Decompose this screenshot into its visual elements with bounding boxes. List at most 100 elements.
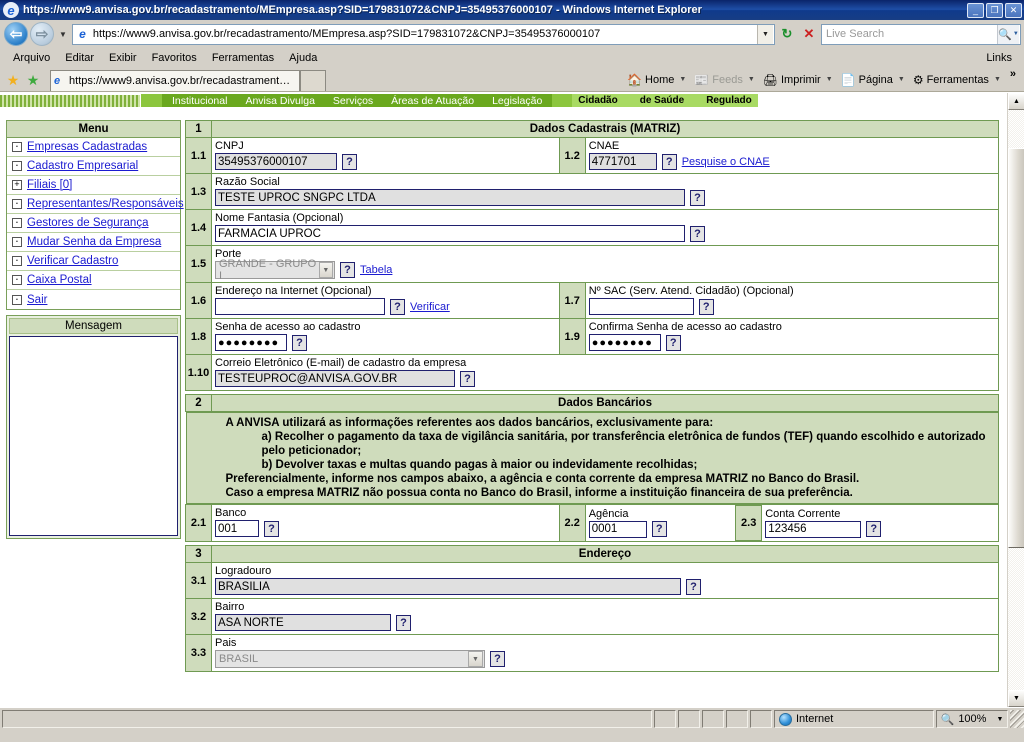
nav-item-cidadao[interactable]: Cidadão	[578, 95, 617, 106]
back-arrow-icon[interactable]: ⇦	[4, 22, 28, 46]
security-zone[interactable]: Internet	[774, 710, 934, 728]
sidebar-item-cadastro-empresarial[interactable]: · Cadastro Empresarial	[7, 157, 180, 176]
sidebar-item-gestores-de-seguranca[interactable]: · Gestores de Segurança	[7, 214, 180, 233]
add-to-favorites-icon[interactable]: ★	[24, 73, 42, 87]
expand-box-icon[interactable]: ·	[12, 294, 22, 305]
nav-item-regulado[interactable]: Regulado	[706, 95, 752, 106]
tools-button[interactable]: ⚙ Ferramentas ▼	[910, 72, 1004, 88]
sidebar-item-caixa-postal[interactable]: · Caixa Postal	[7, 271, 180, 290]
chevron-down-icon[interactable]: ▼	[996, 716, 1003, 723]
help-icon[interactable]: ?	[866, 521, 882, 537]
expand-box-icon[interactable]: ·	[12, 161, 22, 171]
help-icon[interactable]: ?	[490, 651, 505, 667]
nav-item-de-saude[interactable]: de Saúde	[640, 95, 684, 106]
cnae-input[interactable]	[588, 153, 657, 170]
menu-item-favoritos[interactable]: Favoritos	[145, 50, 205, 66]
sidebar-item-label[interactable]: Cadastro Empresarial	[27, 160, 138, 172]
sac-input[interactable]	[588, 298, 694, 315]
banco-input[interactable]	[215, 520, 259, 537]
endereco-internet-input[interactable]	[215, 298, 385, 315]
help-icon[interactable]: ?	[292, 334, 307, 351]
verificar-link[interactable]: Verificar	[410, 301, 450, 313]
chevron-down-icon[interactable]: ▼	[898, 76, 905, 83]
sidebar-item-label[interactable]: Filiais [0]	[27, 179, 72, 191]
minimize-button[interactable]: _	[967, 2, 984, 18]
help-icon[interactable]: ?	[340, 262, 355, 278]
chevron-down-icon[interactable]: ▼	[679, 76, 686, 83]
pais-select[interactable]: BRASIL ▼	[215, 650, 485, 668]
menu-item-ferramentas[interactable]: Ferramentas	[205, 50, 282, 66]
sidebar-item-mudar-senha-da-empresa[interactable]: · Mudar Senha da Empresa	[7, 233, 180, 252]
cnpj-input[interactable]	[215, 153, 337, 170]
pesquise-cnae-link[interactable]: Pesquise o CNAE	[682, 156, 770, 168]
bairro-input[interactable]	[215, 614, 391, 631]
restore-button[interactable]: ❐	[986, 2, 1003, 18]
sidebar-item-label[interactable]: Verificar Cadastro	[27, 255, 118, 267]
close-button[interactable]: ✕	[1005, 2, 1022, 18]
confirma-senha-input[interactable]	[588, 334, 661, 351]
help-icon[interactable]: ?	[460, 370, 475, 387]
nome-fantasia-input[interactable]	[215, 225, 685, 242]
chevron-down-icon[interactable]: ▼	[994, 76, 1001, 83]
help-icon[interactable]: ?	[342, 153, 357, 170]
new-tab-button[interactable]	[300, 69, 326, 91]
sidebar-item-empresas-cadastradas[interactable]: · Empresas Cadastradas	[7, 138, 180, 157]
nav-item-institucional[interactable]: Institucional	[172, 95, 227, 107]
sidebar-item-label[interactable]: Representantes/Responsáveis	[27, 198, 184, 210]
sidebar-item-representantes-responsaveis[interactable]: · Representantes/Responsáveis	[7, 195, 184, 214]
tabela-link[interactable]: Tabela	[360, 264, 392, 276]
help-icon[interactable]: ?	[390, 298, 405, 315]
expand-box-icon[interactable]: ·	[12, 275, 22, 285]
menu-item-arquivo[interactable]: Arquivo	[6, 50, 58, 66]
stop-icon[interactable]: ✕	[799, 24, 819, 44]
page-button[interactable]: 📄 Página ▼	[838, 72, 908, 88]
help-icon[interactable]: ?	[396, 614, 411, 631]
agencia-input[interactable]	[588, 520, 647, 538]
scroll-up-button[interactable]: ▲	[1008, 93, 1024, 110]
home-button[interactable]: 🏠 Home ▼	[624, 72, 689, 88]
nav-item-areas-de-atuacao[interactable]: Áreas de Atuação	[391, 95, 474, 107]
links-button[interactable]: Links	[986, 52, 1018, 64]
sidebar-item-verificar-cadastro[interactable]: · Verificar Cadastro	[7, 252, 180, 271]
overflow-chevron-icon[interactable]: »	[1006, 68, 1020, 80]
feeds-button[interactable]: 📰 Feeds ▼	[691, 72, 757, 88]
email-input[interactable]	[215, 370, 455, 387]
chevron-down-icon[interactable]: ▼	[748, 76, 755, 83]
menu-item-editar[interactable]: Editar	[58, 50, 102, 66]
help-icon[interactable]: ?	[698, 298, 714, 315]
sidebar-item-label[interactable]: Mudar Senha da Empresa	[27, 236, 161, 248]
help-icon[interactable]: ?	[690, 189, 705, 206]
expand-box-icon[interactable]: ·	[12, 218, 22, 228]
help-icon[interactable]: ?	[661, 153, 677, 170]
sidebar-item-label[interactable]: Caixa Postal	[27, 274, 92, 286]
browser-tab[interactable]: e https://www9.anvisa.gov.br/recadastram…	[50, 69, 300, 91]
print-button[interactable]: 🖨 Imprimir ▼	[760, 72, 836, 88]
expand-box-icon[interactable]: ·	[12, 142, 22, 152]
sidebar-item-label[interactable]: Empresas Cadastradas	[27, 141, 147, 153]
razao-social-input[interactable]	[215, 189, 685, 206]
menu-item-ajuda[interactable]: Ajuda	[282, 50, 325, 66]
chevron-down-icon[interactable]: ▼	[468, 651, 483, 667]
url-dropdown-icon[interactable]: ▼	[757, 24, 773, 44]
history-dropdown-icon[interactable]: ▼	[56, 30, 70, 39]
conta-corrente-input[interactable]	[765, 520, 862, 538]
search-icon[interactable]: 🔍 ▼	[997, 24, 1019, 44]
search-input[interactable]: Live Search 🔍 ▼	[821, 23, 1021, 45]
scroll-down-button[interactable]: ▼	[1008, 690, 1024, 707]
expand-box-icon[interactable]: ·	[12, 199, 22, 209]
help-icon[interactable]: ?	[651, 521, 667, 537]
expand-box-icon[interactable]: ·	[12, 237, 22, 247]
sidebar-item-label[interactable]: Sair	[27, 294, 47, 306]
forward-arrow-icon[interactable]: ⇨	[30, 22, 54, 46]
chevron-down-icon[interactable]: ▼	[826, 76, 833, 83]
sidebar-item-label[interactable]: Gestores de Segurança	[27, 217, 148, 229]
menu-item-exibir[interactable]: Exibir	[102, 50, 145, 66]
nav-item-legislacao[interactable]: Legislação	[492, 95, 542, 107]
help-icon[interactable]: ?	[686, 578, 701, 595]
plus-box-icon[interactable]: +	[12, 180, 22, 190]
scrollbar-thumb[interactable]	[1008, 148, 1024, 548]
help-icon[interactable]: ?	[665, 334, 681, 351]
chevron-down-icon[interactable]: ▼	[318, 262, 333, 278]
nav-item-servicos[interactable]: Serviços	[333, 95, 373, 107]
porte-select[interactable]: GRANDE - GRUPO I ▼	[215, 258, 335, 282]
